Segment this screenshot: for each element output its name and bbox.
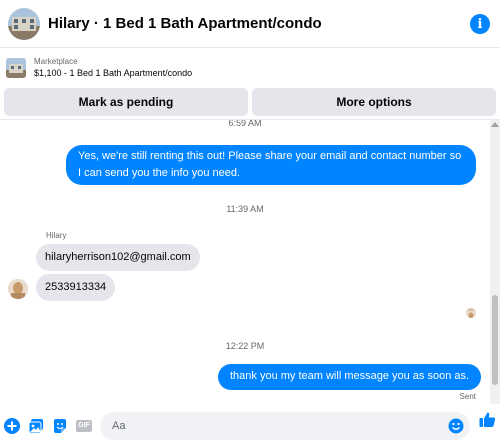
listing-text: Marketplace $1,100 - 1 Bed 1 Bath Apartm…	[34, 56, 192, 80]
incoming-phone-message[interactable]: 2533913334	[36, 274, 116, 301]
apartment-thumbnail-icon[interactable]	[8, 7, 40, 40]
message-input[interactable]	[112, 418, 432, 434]
thumbs-up-icon[interactable]	[479, 411, 496, 428]
chat-header: Hilary · 1 Bed 1 Bath Apartment/condo i	[0, 0, 500, 48]
incoming-email-message[interactable]: hilaryherrison102@gmail.com	[36, 244, 200, 271]
gif-label: GIF	[78, 422, 90, 429]
mark-as-pending-button[interactable]: Mark as pending	[4, 88, 248, 116]
timestamp-partial: 6:59 AM	[228, 120, 262, 128]
outgoing-message-1[interactable]: Yes, we're still renting this out! Pleas…	[66, 145, 476, 185]
message-composer: GIF	[0, 407, 500, 445]
outgoing-message-2[interactable]: thank you my team will message you as so…	[218, 364, 482, 390]
plus-circle-icon[interactable]	[4, 418, 20, 434]
more-options-button[interactable]: More options	[252, 88, 496, 116]
scroll-up-arrow-icon[interactable]	[491, 122, 499, 127]
sender-avatar[interactable]	[8, 279, 28, 299]
message-list[interactable]: 6:59 AM Yes, we're still renting this ou…	[0, 120, 490, 404]
emoji-icon[interactable]	[448, 418, 464, 434]
read-receipt-avatar	[466, 308, 476, 318]
marketplace-listing[interactable]: Marketplace $1,100 - 1 Bed 1 Bath Apartm…	[0, 49, 500, 87]
info-icon[interactable]: i	[470, 14, 490, 34]
message-status: Sent	[459, 392, 476, 401]
listing-source: Marketplace	[34, 57, 78, 66]
photo-icon[interactable]	[28, 418, 44, 434]
conversation-title[interactable]: Hilary · 1 Bed 1 Bath Apartment/condo	[48, 15, 322, 32]
scrollbar-thumb[interactable]	[492, 295, 498, 385]
listing-actions: Mark as pending More options	[4, 88, 496, 116]
message-scrollbar[interactable]	[490, 120, 500, 404]
sticker-icon[interactable]	[52, 418, 68, 434]
listing-item-title[interactable]: $1,100 - 1 Bed 1 Bath Apartment/condo	[34, 67, 192, 80]
timestamp-2: 12:22 PM	[225, 341, 265, 351]
timestamp-1: 11:39 AM	[226, 204, 264, 214]
sender-name: Hilary	[46, 231, 67, 240]
listing-thumbnail-icon	[6, 58, 26, 78]
message-input-wrapper	[100, 412, 470, 440]
